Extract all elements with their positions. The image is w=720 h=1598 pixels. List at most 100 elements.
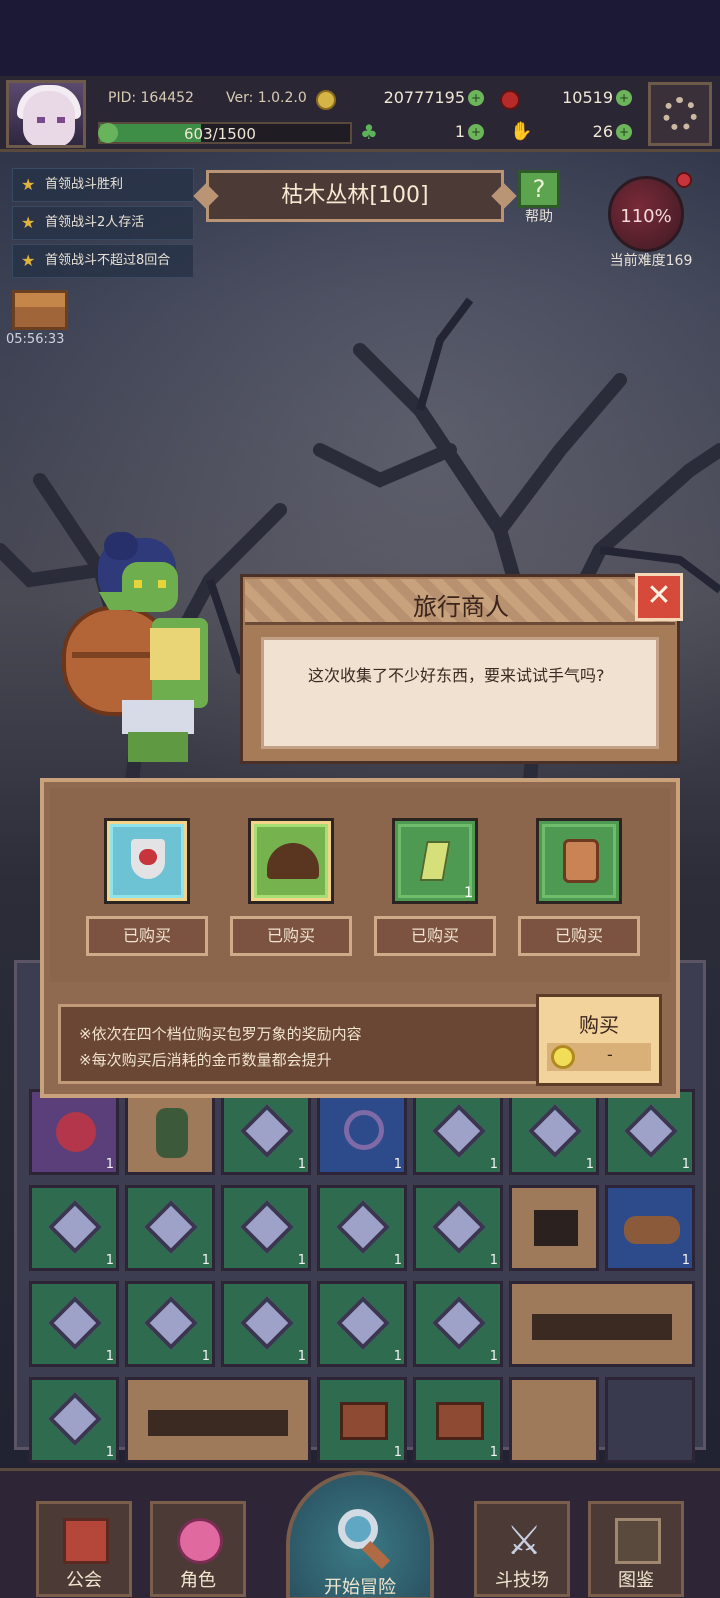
- gem-amount[interactable]: 10519 +: [530, 88, 632, 112]
- buy-cost: -: [607, 1045, 613, 1064]
- star-icon: ★: [21, 213, 36, 232]
- nav-codex[interactable]: 图鉴: [588, 1501, 684, 1597]
- cell-count: 1: [681, 1157, 690, 1172]
- hand-amount[interactable]: 26 +: [560, 122, 632, 146]
- nav-label: 斗技场: [495, 1570, 549, 1591]
- quest-label: 首领战斗胜利: [45, 177, 124, 192]
- grid-cell[interactable]: [509, 1281, 695, 1367]
- merchant-face: [122, 562, 178, 612]
- bought-button[interactable]: 已购买: [518, 916, 640, 956]
- bought-button[interactable]: 已购买: [230, 916, 352, 956]
- grid-cell[interactable]: 1: [605, 1089, 695, 1175]
- grid-cell[interactable]: 1: [125, 1281, 215, 1367]
- help-button[interactable]: ? 帮助: [514, 170, 564, 226]
- quest-item[interactable]: ★ 首领战斗胜利: [12, 168, 194, 202]
- grid-cell[interactable]: [125, 1377, 311, 1463]
- shop-item[interactable]: [536, 818, 622, 904]
- help-label: 帮助: [525, 209, 553, 225]
- codex-book-icon: [615, 1518, 661, 1564]
- grid-cell[interactable]: 1: [29, 1377, 119, 1463]
- shop-item[interactable]: [248, 818, 334, 904]
- treasure-chest-icon[interactable]: [12, 290, 68, 330]
- shop-item[interactable]: [104, 818, 190, 904]
- grid-cell[interactable]: 1: [221, 1089, 311, 1175]
- nav-label: 图鉴: [618, 1570, 654, 1591]
- crystal-icon: [419, 841, 451, 881]
- hand-value: 26: [592, 122, 613, 141]
- fallen-log-icon: [148, 1410, 288, 1436]
- dialog-body: 这次收集了不少好东西，要来试试手气吗?: [261, 637, 659, 749]
- nav-label: 角色: [180, 1570, 216, 1591]
- treasure-chest-icon: [436, 1402, 484, 1440]
- cell-count: 1: [105, 1349, 114, 1364]
- bought-button[interactable]: 已购买: [86, 916, 208, 956]
- buy-button[interactable]: 购买 -: [536, 994, 662, 1086]
- nav-arena[interactable]: ⚔ 斗技场: [474, 1501, 570, 1597]
- clover-amount[interactable]: 1 +: [420, 122, 484, 146]
- item-frame: [398, 824, 472, 898]
- quest-item[interactable]: ★ 首领战斗2人存活: [12, 206, 194, 240]
- crystal-icon: [240, 1296, 294, 1350]
- add-gold-icon[interactable]: +: [468, 90, 484, 106]
- grid-cell[interactable]: 1: [413, 1377, 503, 1463]
- player-id: PID: 164452: [108, 90, 194, 106]
- player-avatar[interactable]: [6, 80, 86, 148]
- grid-cell[interactable]: 1: [29, 1185, 119, 1271]
- merchant-dialog: 旅行商人 ✕ 这次收集了不少好东西，要来试试手气吗?: [240, 573, 683, 764]
- gear-icon: [663, 97, 697, 131]
- merchant-shirt: [150, 628, 200, 680]
- cell-count: 1: [201, 1349, 210, 1364]
- crystal-icon: [336, 1296, 390, 1350]
- grid-cell[interactable]: 1: [317, 1089, 407, 1175]
- grid-cell[interactable]: 1: [413, 1185, 503, 1271]
- grid-cell[interactable]: 1: [29, 1281, 119, 1367]
- question-icon: ?: [518, 170, 560, 208]
- add-clover-icon[interactable]: +: [468, 124, 484, 140]
- crystal-icon: [336, 1200, 390, 1254]
- grid-cell[interactable]: [125, 1089, 215, 1175]
- crystal-icon: [48, 1200, 102, 1254]
- top-bar: PID: 164452 Ver: 1.0.2.0 20777195 + 10519…: [0, 76, 720, 152]
- merchant-legs: [128, 732, 188, 762]
- grid-cell[interactable]: 1: [29, 1089, 119, 1175]
- dialog-title: 旅行商人: [413, 593, 509, 621]
- nav-guild[interactable]: 公会: [36, 1501, 132, 1597]
- grid-cell[interactable]: 1: [605, 1185, 695, 1271]
- add-gem-icon[interactable]: +: [616, 90, 632, 106]
- cell-count: 1: [105, 1445, 114, 1460]
- gold-amount[interactable]: 20777195 +: [360, 88, 484, 112]
- grid-cell[interactable]: 1: [413, 1089, 503, 1175]
- start-adventure-button[interactable]: 开始冒险: [286, 1471, 434, 1598]
- leaf-icon: [98, 123, 118, 143]
- grid-cell[interactable]: 1: [413, 1281, 503, 1367]
- avatar-eye: [57, 117, 65, 123]
- heart-shield-icon: [131, 839, 165, 879]
- quest-item[interactable]: ★ 首领战斗不超过8回合: [12, 244, 194, 278]
- cell-count: 1: [105, 1157, 114, 1172]
- grid-cell[interactable]: [605, 1377, 695, 1463]
- grid-cell[interactable]: 1: [221, 1281, 311, 1367]
- grid-cell[interactable]: 1: [221, 1185, 311, 1271]
- crystal-icon: [432, 1200, 486, 1254]
- close-icon[interactable]: ✕: [635, 573, 683, 621]
- shop-item[interactable]: 1: [392, 818, 478, 904]
- cell-count: 1: [393, 1445, 402, 1460]
- grid-cell[interactable]: [509, 1185, 599, 1271]
- settings-button[interactable]: [648, 82, 712, 146]
- tree-stump-icon: [534, 1210, 578, 1246]
- nav-character[interactable]: 角色: [150, 1501, 246, 1597]
- bought-button[interactable]: 已购买: [374, 916, 496, 956]
- buy-label: 购买: [579, 1013, 619, 1037]
- add-hand-icon[interactable]: +: [616, 124, 632, 140]
- chest-lid: [15, 293, 65, 307]
- hp-text: 603/1500: [184, 125, 256, 143]
- grid-cell[interactable]: 1: [317, 1377, 407, 1463]
- crystal-icon: [240, 1104, 294, 1158]
- grid-cell[interactable]: 1: [125, 1185, 215, 1271]
- cell-count: 1: [393, 1349, 402, 1364]
- grid-cell[interactable]: [509, 1377, 599, 1463]
- grid-cell[interactable]: 1: [317, 1185, 407, 1271]
- buy-price: -: [547, 1043, 651, 1071]
- grid-cell[interactable]: 1: [509, 1089, 599, 1175]
- grid-cell[interactable]: 1: [317, 1281, 407, 1367]
